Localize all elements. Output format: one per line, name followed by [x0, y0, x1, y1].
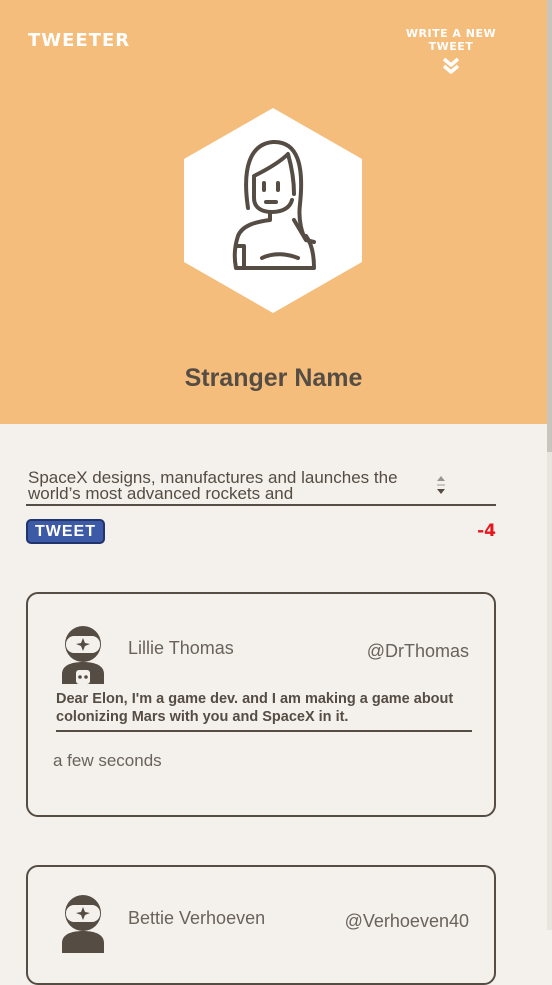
tweet-card: Bettie Verhoeven @Verhoeven40 [26, 865, 496, 985]
scrollbar-thumb[interactable] [547, 0, 552, 452]
compose-box: SpaceX designs, manufactures and launche… [26, 466, 496, 506]
astronaut-avatar-icon [62, 895, 104, 953]
character-count: -4 [477, 521, 496, 541]
write-new-tweet-link[interactable]: WRITE A NEW TWEET [382, 27, 520, 75]
tweet-author-name[interactable]: Lillie Thomas [128, 638, 234, 659]
tweet-author-handle[interactable]: @DrThomas [367, 641, 469, 662]
write-new-tweet-label: WRITE A NEW TWEET [405, 27, 497, 53]
tweet-card: Lillie Thomas @DrThomas Dear Elon, I'm a… [26, 592, 496, 817]
brand-logo[interactable]: TWEETER [28, 30, 130, 51]
tweet-author-name[interactable]: Bettie Verhoeven [128, 908, 265, 929]
tweet-timestamp: a few seconds [53, 751, 162, 770]
page-scrollbar[interactable] [547, 0, 552, 930]
profile-header: TWEETER WRITE A NEW TWEET Stranger Name [0, 0, 547, 424]
woman-avatar-icon [184, 108, 362, 313]
double-chevron-down-icon [442, 57, 460, 74]
tweet-author-handle[interactable]: @Verhoeven40 [345, 911, 469, 932]
tweet-button[interactable]: TWEET [26, 519, 105, 544]
tweet-message: Dear Elon, I'm a game dev. and I am maki… [56, 690, 472, 732]
profile-name: Stranger Name [184, 364, 363, 392]
textarea-scroll-arrows-icon[interactable] [436, 474, 446, 496]
tweet-input[interactable]: SpaceX designs, manufactures and launche… [26, 466, 433, 506]
astronaut-avatar-icon [62, 626, 104, 684]
